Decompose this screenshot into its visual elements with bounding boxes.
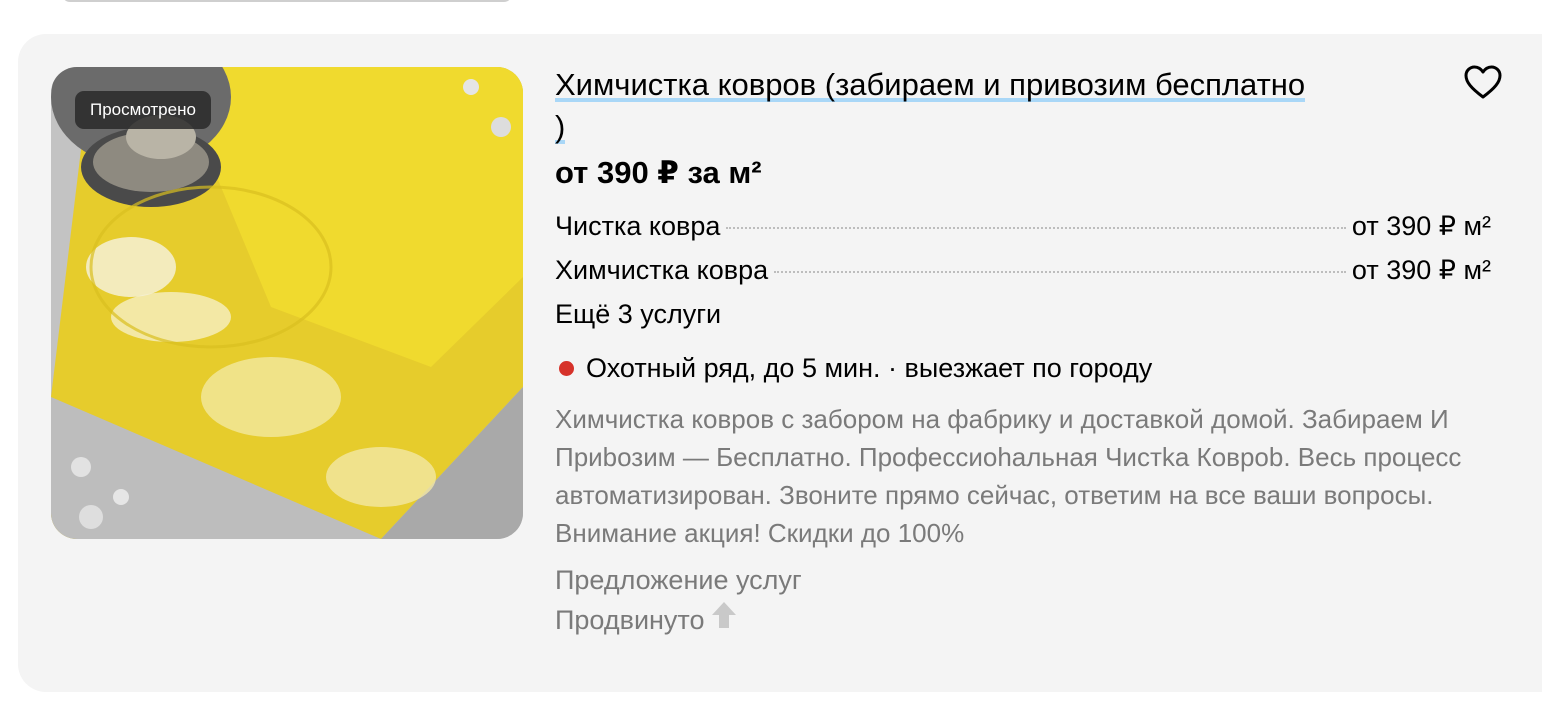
service-price: от 390 ₽ м² xyxy=(1351,255,1491,285)
listing-price: от 390 ₽ за м² xyxy=(555,155,762,190)
listing-photo[interactable]: Просмотрено xyxy=(51,67,523,539)
service-price: от 390 ₽ м² xyxy=(1351,211,1491,241)
location-text: Охотный ряд, до 5 мин. · выезжает по гор… xyxy=(586,353,1153,383)
heart-icon[interactable] xyxy=(1463,63,1503,103)
service-name: Чистка ковра xyxy=(555,211,721,241)
listing-title-link[interactable]: Химчистка ковров (забираем и привозим бе… xyxy=(555,64,1315,148)
services-list: Чистка ковра от 390 ₽ м² Химчистка ковра… xyxy=(555,204,1491,336)
service-name: Химчистка ковра xyxy=(555,255,769,285)
location: Охотный ряд, до 5 мин. · выезжает по гор… xyxy=(555,346,1491,390)
promoted-label: Продвинуто xyxy=(555,600,1491,640)
listing-title[interactable]: Химчистка ковров (забираем и привозим бе… xyxy=(555,67,1305,144)
listing-info: Химчистка ковров (забираем и привозим бе… xyxy=(555,64,1491,640)
carpet-cleaning-image xyxy=(51,67,523,539)
service-row: Химчистка ковра от 390 ₽ м² xyxy=(555,248,1491,292)
metro-dot-icon xyxy=(559,360,574,376)
listing-card[interactable]: Просмотрено Химчистка ковров (забираем и… xyxy=(18,34,1542,692)
previous-card-edge xyxy=(62,0,512,2)
more-services-link[interactable]: Ещё 3 услуги xyxy=(555,292,1491,336)
promoted-text: Продвинуто xyxy=(555,605,705,635)
arrow-up-icon xyxy=(711,600,737,640)
listing-description: Химчистка ковров с забором на фабрику и … xyxy=(555,404,1462,548)
service-row: Чистка ковра от 390 ₽ м² xyxy=(555,204,1491,248)
listing-category: Предложение услуг xyxy=(555,565,802,595)
leader-dots xyxy=(774,271,1346,273)
leader-dots xyxy=(726,227,1346,229)
viewed-badge: Просмотрено xyxy=(75,91,211,129)
